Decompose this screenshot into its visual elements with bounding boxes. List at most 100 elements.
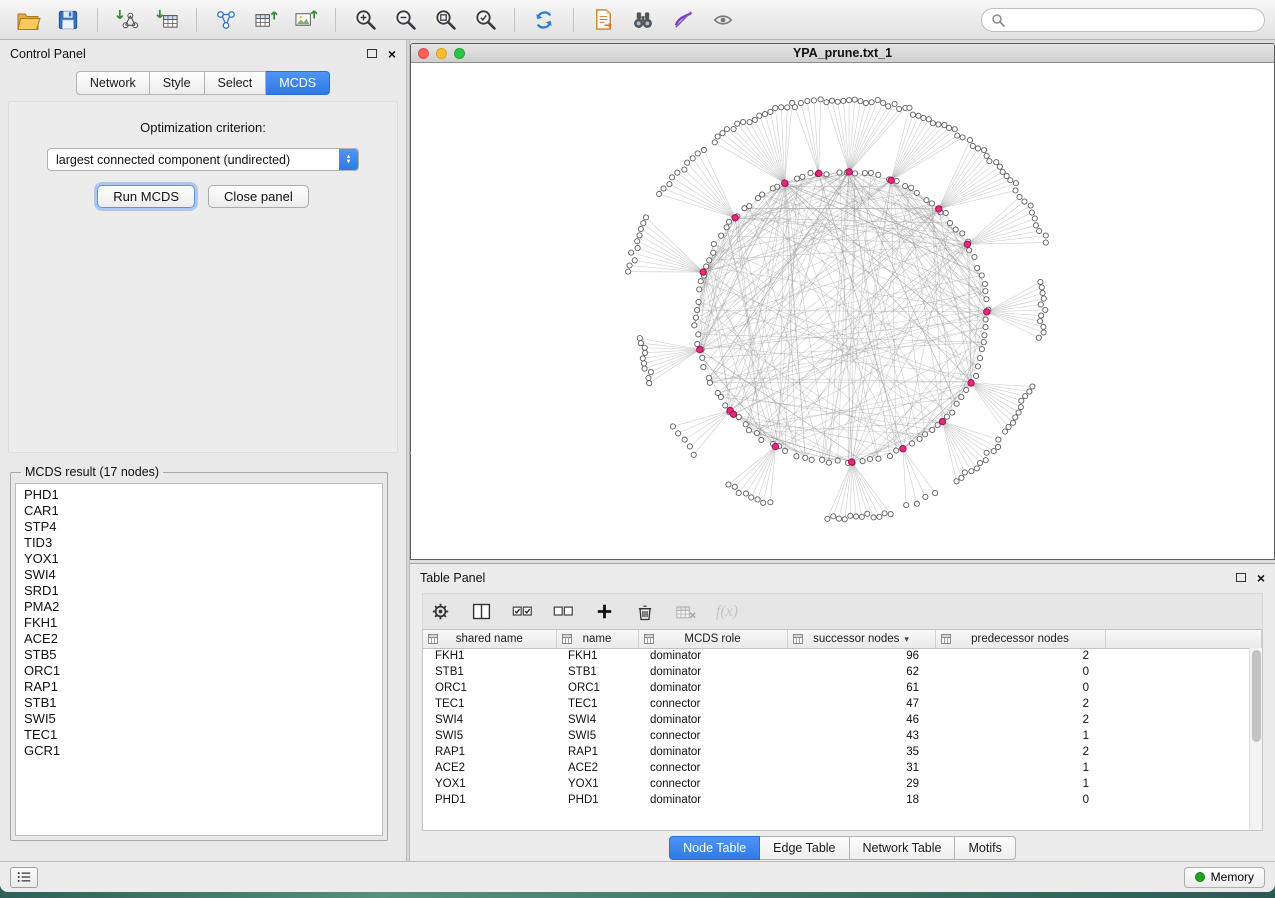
table-scrollbar[interactable] xyxy=(1249,648,1262,830)
column-header-predecessor-nodes[interactable]: predecessor nodes xyxy=(935,630,1105,648)
show-hide-button[interactable] xyxy=(705,4,741,36)
table-cell[interactable]: 1 xyxy=(935,776,1105,792)
table-row[interactable]: PHD1PHD1dominator180 xyxy=(423,792,1262,808)
mcds-result-item[interactable]: GCR1 xyxy=(16,743,382,759)
table-cell[interactable]: ORC1 xyxy=(423,680,556,696)
table-settings-button[interactable] xyxy=(427,599,453,625)
tab-network[interactable]: Network xyxy=(76,71,150,95)
column-header-successor-nodes[interactable]: successor nodes▾ xyxy=(787,630,935,648)
close-panel-button[interactable]: Close panel xyxy=(208,185,309,208)
table-row[interactable]: FKH1FKH1dominator962 xyxy=(423,648,1262,664)
zoom-fit-button[interactable] xyxy=(427,4,463,36)
table-cell[interactable]: 1 xyxy=(935,728,1105,744)
delete-column-button[interactable] xyxy=(632,599,658,625)
mcds-result-item[interactable]: RAP1 xyxy=(16,679,382,695)
show-all-columns-button[interactable] xyxy=(509,599,535,625)
table-cell[interactable]: RAP1 xyxy=(423,744,556,760)
table-cell[interactable]: 2 xyxy=(935,696,1105,712)
mcds-result-item[interactable]: YOX1 xyxy=(16,551,382,567)
column-header-shared-name[interactable]: shared name xyxy=(423,630,556,648)
table-cell[interactable]: 0 xyxy=(935,792,1105,808)
close-panel-icon[interactable]: × xyxy=(388,47,396,61)
new-network-button[interactable] xyxy=(208,4,244,36)
optimization-criterion-select[interactable]: largest connected component (undirected)… xyxy=(47,148,359,171)
tab-network-table[interactable]: Network Table xyxy=(850,836,956,860)
table-cell[interactable]: STB1 xyxy=(423,664,556,680)
table-cell[interactable]: PHD1 xyxy=(556,792,638,808)
table-cell[interactable]: 96 xyxy=(787,648,935,664)
table-cell[interactable]: TEC1 xyxy=(423,696,556,712)
table-row[interactable]: TEC1TEC1connector472 xyxy=(423,696,1262,712)
table-cell[interactable]: ACE2 xyxy=(556,760,638,776)
zoom-out-button[interactable] xyxy=(387,4,423,36)
float-panel-icon[interactable] xyxy=(367,49,377,58)
network-canvas[interactable] xyxy=(411,63,1274,559)
memory-button[interactable]: Memory xyxy=(1184,867,1265,888)
table-row[interactable]: SWI4SWI4dominator462 xyxy=(423,712,1262,728)
mcds-result-item[interactable]: TID3 xyxy=(16,535,382,551)
table-cell[interactable]: dominator xyxy=(638,744,787,760)
table-cell[interactable]: 0 xyxy=(935,680,1105,696)
table-cell[interactable]: dominator xyxy=(638,664,787,680)
export-table-button[interactable] xyxy=(248,4,284,36)
first-neighbors-button[interactable] xyxy=(625,4,661,36)
table-row[interactable]: STB1STB1dominator620 xyxy=(423,664,1262,680)
open-session-button[interactable] xyxy=(10,4,46,36)
column-header-MCDS-role[interactable]: MCDS role xyxy=(638,630,787,648)
import-table-button[interactable] xyxy=(149,4,185,36)
save-session-button[interactable] xyxy=(50,4,86,36)
table-cell[interactable]: 46 xyxy=(787,712,935,728)
traffic-close-icon[interactable] xyxy=(418,48,429,59)
traffic-zoom-icon[interactable] xyxy=(454,48,465,59)
table-cell[interactable]: dominator xyxy=(638,680,787,696)
mcds-result-item[interactable]: TEC1 xyxy=(16,727,382,743)
function-builder-button[interactable]: f(x) xyxy=(714,599,740,625)
tab-edge-table[interactable]: Edge Table xyxy=(760,836,849,860)
mcds-result-item[interactable]: SWI5 xyxy=(16,711,382,727)
table-row[interactable]: ACE2ACE2connector311 xyxy=(423,760,1262,776)
mcds-result-item[interactable]: SRD1 xyxy=(16,583,382,599)
table-cell[interactable]: connector xyxy=(638,760,787,776)
close-panel-icon[interactable]: × xyxy=(1257,571,1265,585)
zoom-in-button[interactable] xyxy=(347,4,383,36)
table-cell[interactable]: 43 xyxy=(787,728,935,744)
table-cell[interactable]: dominator xyxy=(638,712,787,728)
search-box[interactable] xyxy=(981,8,1265,32)
panel-splitter[interactable] xyxy=(406,40,410,861)
split-columns-button[interactable] xyxy=(468,599,494,625)
tab-mcds[interactable]: MCDS xyxy=(266,71,330,95)
hide-all-columns-button[interactable] xyxy=(550,599,576,625)
run-mcds-button[interactable]: Run MCDS xyxy=(97,185,195,208)
tab-motifs[interactable]: Motifs xyxy=(955,836,1015,860)
table-cell[interactable]: 62 xyxy=(787,664,935,680)
task-history-button[interactable] xyxy=(10,867,38,888)
apply-layout-button[interactable] xyxy=(526,4,562,36)
table-cell[interactable]: YOX1 xyxy=(556,776,638,792)
table-cell[interactable]: RAP1 xyxy=(556,744,638,760)
table-cell[interactable]: 31 xyxy=(787,760,935,776)
column-header-name[interactable]: name xyxy=(556,630,638,648)
mcds-result-item[interactable]: CAR1 xyxy=(16,503,382,519)
table-cell[interactable]: STB1 xyxy=(556,664,638,680)
table-cell[interactable]: SWI4 xyxy=(423,712,556,728)
table-cell[interactable]: ACE2 xyxy=(423,760,556,776)
float-panel-icon[interactable] xyxy=(1236,573,1246,582)
table-row[interactable]: SWI5SWI5connector431 xyxy=(423,728,1262,744)
mcds-result-item[interactable]: ACE2 xyxy=(16,631,382,647)
traffic-minimize-icon[interactable] xyxy=(436,48,447,59)
mcds-result-item[interactable]: PMA2 xyxy=(16,599,382,615)
mcds-result-item[interactable]: ORC1 xyxy=(16,663,382,679)
create-column-button[interactable] xyxy=(591,599,617,625)
table-cell[interactable]: 18 xyxy=(787,792,935,808)
table-cell[interactable]: 1 xyxy=(935,760,1105,776)
table-cell[interactable]: 2 xyxy=(935,648,1105,664)
table-row[interactable]: ORC1ORC1dominator610 xyxy=(423,680,1262,696)
table-cell[interactable]: 35 xyxy=(787,744,935,760)
table-cell[interactable]: SWI4 xyxy=(556,712,638,728)
table-cell[interactable]: ORC1 xyxy=(556,680,638,696)
table-cell[interactable]: SWI5 xyxy=(423,728,556,744)
tab-node-table[interactable]: Node Table xyxy=(669,836,760,860)
table-cell[interactable]: 2 xyxy=(935,744,1105,760)
table-cell[interactable]: SWI5 xyxy=(556,728,638,744)
table-cell[interactable]: dominator xyxy=(638,792,787,808)
